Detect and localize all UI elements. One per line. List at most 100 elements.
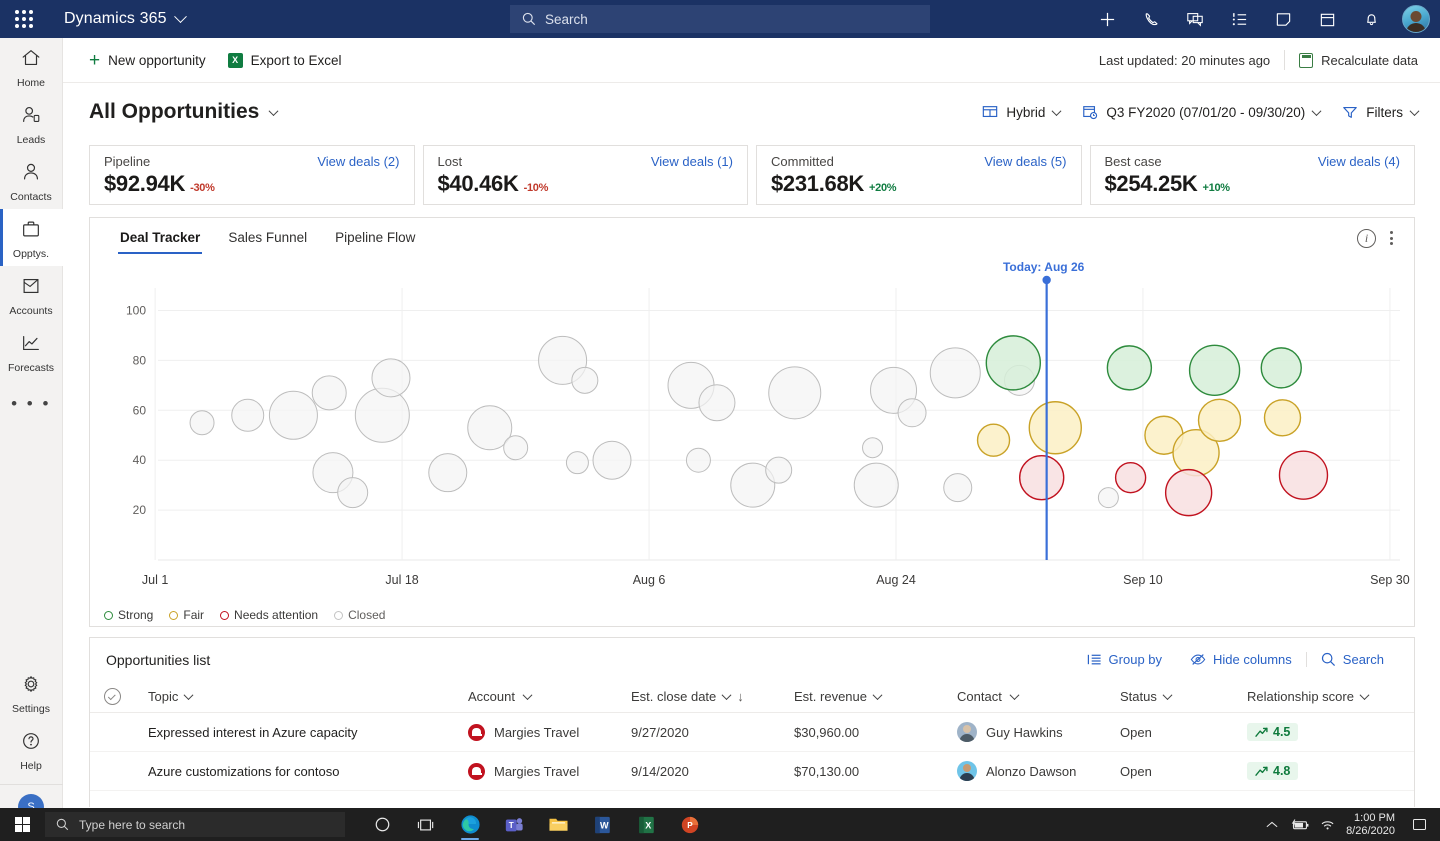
legend-item-fair[interactable]: Fair	[169, 608, 204, 622]
teams-icon[interactable]: T	[492, 808, 536, 841]
bell-icon[interactable]	[1352, 0, 1390, 38]
sidebar-item-forecasts[interactable]: Forecasts	[0, 323, 63, 380]
filters-button[interactable]: Filters	[1342, 104, 1418, 120]
svg-text:60: 60	[133, 403, 147, 417]
cortana-icon[interactable]	[360, 808, 404, 841]
cell-status: Open	[1120, 764, 1247, 779]
period-selector[interactable]: Q3 FY2020 (07/01/20 - 09/30/20)	[1082, 104, 1320, 120]
sidebar-item-accounts[interactable]: Accounts	[0, 266, 63, 323]
column-header-est-revenue[interactable]: Est. revenue	[794, 689, 957, 704]
edge-icon[interactable]	[448, 808, 492, 841]
app-title-label: Dynamics 365	[64, 10, 167, 28]
column-header-account[interactable]: Account	[468, 689, 631, 704]
action-center-icon[interactable]	[1404, 808, 1434, 841]
view-deals-link[interactable]: View deals (5)	[984, 154, 1066, 169]
sidebar-item-label: Accounts	[9, 305, 52, 317]
legend-item-closed[interactable]: Closed	[334, 608, 385, 622]
start-button[interactable]	[0, 808, 45, 841]
group-by-button[interactable]: Group by	[1073, 652, 1176, 667]
word-icon[interactable]: W	[580, 808, 624, 841]
sidebar-item-leads[interactable]: Leads	[0, 95, 63, 152]
hide-columns-button[interactable]: Hide columns	[1176, 652, 1306, 667]
new-opportunity-button[interactable]: + New opportunity	[89, 51, 206, 70]
view-deals-link[interactable]: View deals (2)	[317, 154, 399, 169]
view-deals-link[interactable]: View deals (4)	[1318, 154, 1400, 169]
sidebar-more-button[interactable]: • • •	[11, 380, 51, 428]
last-updated-text: Last updated: 20 minutes ago	[1099, 53, 1284, 68]
cell-topic: Expressed interest in Azure capacity	[148, 725, 468, 740]
cell-account: Margies Travel	[468, 724, 631, 741]
column-header-status[interactable]: Status	[1120, 689, 1247, 704]
sidebar-item-opptys[interactable]: Opptys.	[0, 209, 63, 266]
sidebar-item-contacts[interactable]: Contacts	[0, 152, 63, 209]
app-title[interactable]: Dynamics 365	[64, 10, 185, 28]
export-to-excel-label: Export to Excel	[251, 53, 342, 68]
search-input[interactable]: Search	[510, 5, 930, 33]
taskbar-app-group: T W X P	[360, 808, 712, 841]
info-icon[interactable]: i	[1357, 229, 1376, 248]
task-view-icon[interactable]	[404, 808, 448, 841]
column-header-relationship-score[interactable]: Relationship score	[1247, 689, 1387, 704]
calendar-clock-icon	[1082, 104, 1098, 120]
kpi-card-pipeline: Pipeline View deals (2) $92.94K -30%	[89, 145, 415, 205]
taskbar-clock[interactable]: 1:00 PM 8/26/2020	[1342, 812, 1404, 838]
add-icon[interactable]	[1088, 0, 1126, 38]
column-label: Account	[468, 689, 515, 704]
powerpoint-icon[interactable]: P	[668, 808, 712, 841]
table-row[interactable]: Azure customizations for contoso Margies…	[90, 752, 1414, 791]
task-list-icon[interactable]	[1220, 0, 1258, 38]
command-bar: + New opportunity X Export to Excel Last…	[63, 38, 1440, 83]
account-name: Margies Travel	[494, 725, 579, 740]
cell-topic: Azure customizations for contoso	[148, 764, 468, 779]
sidebar-item-settings[interactable]: Settings	[0, 664, 63, 721]
chevron-down-icon	[1312, 106, 1322, 116]
svg-text:20: 20	[133, 503, 147, 517]
cell-est-close-date: 9/14/2020	[631, 764, 794, 779]
legend-item-needs-attention[interactable]: Needs attention	[220, 608, 318, 622]
svg-text:40: 40	[133, 453, 147, 467]
waffle-icon[interactable]	[0, 0, 48, 38]
suite-icon-group	[1088, 0, 1430, 38]
chart-legend: Strong Fair Needs attention Closed	[104, 608, 385, 622]
more-options-icon[interactable]	[1380, 227, 1402, 249]
battery-icon[interactable]	[1286, 808, 1314, 841]
file-explorer-icon[interactable]	[536, 808, 580, 841]
column-header-est-close-date[interactable]: Est. close date ↓	[631, 689, 794, 704]
column-header-topic[interactable]: Topic	[148, 689, 468, 704]
phone-icon[interactable]	[1132, 0, 1170, 38]
excel-icon[interactable]: X	[624, 808, 668, 841]
tab-deal-tracker[interactable]: Deal Tracker	[106, 218, 214, 258]
kpi-label: Committed	[771, 154, 834, 169]
svg-text:T: T	[509, 821, 514, 830]
recalculate-data-button[interactable]: Recalculate data	[1285, 53, 1418, 68]
sidebar-item-help[interactable]: Help	[0, 721, 63, 778]
avatar[interactable]	[1402, 5, 1430, 33]
view-deals-link[interactable]: View deals (1)	[651, 154, 733, 169]
chat-icon[interactable]	[1176, 0, 1214, 38]
view-mode-label: Hybrid	[1006, 105, 1045, 120]
chevron-down-icon	[722, 690, 732, 700]
cell-relationship-score: 4.8	[1247, 762, 1387, 780]
select-all-checkbox[interactable]	[104, 688, 121, 705]
taskbar-search-input[interactable]: Type here to search	[45, 812, 345, 837]
windows-taskbar: Type here to search T W X P	[0, 808, 1440, 841]
legend-item-strong[interactable]: Strong	[104, 608, 153, 622]
export-to-excel-button[interactable]: X Export to Excel	[228, 53, 342, 68]
leads-icon	[20, 104, 42, 131]
period-label: Q3 FY2020 (07/01/20 - 09/30/20)	[1106, 105, 1305, 120]
tab-sales-funnel[interactable]: Sales Funnel	[214, 218, 321, 258]
sidebar: Home Leads Contacts Opptys. Accounts For…	[0, 38, 63, 841]
view-selector[interactable]: All Opportunities	[89, 100, 277, 124]
column-header-contact[interactable]: Contact	[957, 689, 1120, 704]
search-icon	[1321, 652, 1336, 667]
tab-pipeline-flow[interactable]: Pipeline Flow	[321, 218, 429, 258]
list-search-button[interactable]: Search	[1306, 652, 1398, 667]
chevron-up-icon[interactable]	[1258, 808, 1286, 841]
note-icon[interactable]	[1264, 0, 1302, 38]
sidebar-item-home[interactable]: Home	[0, 38, 63, 95]
view-mode-selector[interactable]: Hybrid	[982, 104, 1060, 120]
calendar-icon[interactable]	[1308, 0, 1346, 38]
gear-icon	[20, 673, 42, 700]
wifi-icon[interactable]	[1314, 808, 1342, 841]
table-row[interactable]: Expressed interest in Azure capacity Mar…	[90, 713, 1414, 752]
